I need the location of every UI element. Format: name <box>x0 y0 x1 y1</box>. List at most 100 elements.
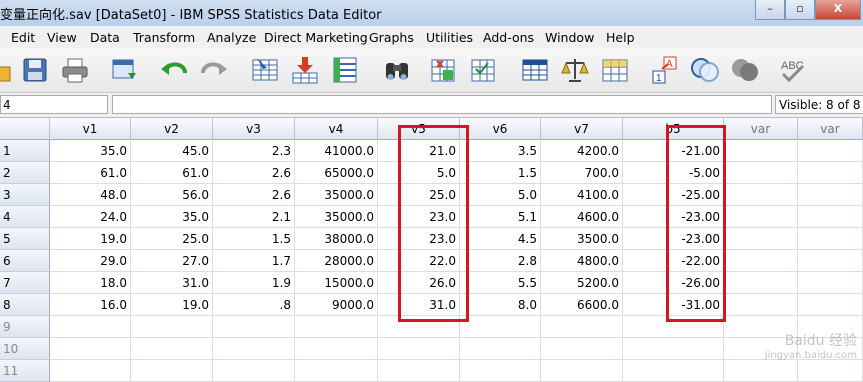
maximize-button[interactable]: ▫ <box>785 0 815 20</box>
menu-transform[interactable]: Transform <box>133 30 195 45</box>
column-header-b5[interactable]: b5 <box>623 118 724 140</box>
data-cell[interactable] <box>50 338 131 360</box>
menu-data[interactable]: Data <box>90 30 120 45</box>
data-cell[interactable]: 1.5 <box>213 228 295 250</box>
row-header[interactable]: 4 <box>0 206 50 228</box>
data-cell[interactable]: 2.6 <box>213 184 295 206</box>
goto-case-icon[interactable] <box>250 55 280 85</box>
data-cell[interactable]: 1.9 <box>213 272 295 294</box>
redo-icon[interactable] <box>198 55 228 85</box>
menu-help[interactable]: Help <box>606 30 635 45</box>
data-cell[interactable] <box>798 228 863 250</box>
data-cell[interactable] <box>798 250 863 272</box>
data-cell[interactable] <box>724 206 798 228</box>
data-cell[interactable] <box>295 360 378 382</box>
data-cell[interactable]: 23.0 <box>378 228 460 250</box>
row-header[interactable]: 6 <box>0 250 50 272</box>
menu-direct-marketing[interactable]: Direct Marketing <box>264 30 368 45</box>
data-cell[interactable]: 9000.0 <box>295 294 378 316</box>
find-icon[interactable] <box>382 55 412 85</box>
cell-reference[interactable]: 4 <box>0 95 108 114</box>
corner-cell[interactable] <box>0 118 50 140</box>
data-cell[interactable] <box>623 316 724 338</box>
data-cell[interactable] <box>724 140 798 162</box>
open-icon[interactable] <box>0 55 14 85</box>
row-header[interactable]: 10 <box>0 338 50 360</box>
recall-dialog-icon[interactable] <box>110 55 140 85</box>
split-file-icon[interactable] <box>520 55 550 85</box>
data-cell[interactable] <box>623 338 724 360</box>
row-header[interactable]: 2 <box>0 162 50 184</box>
select-cases-icon[interactable] <box>600 55 630 85</box>
menu-utilities[interactable]: Utilities <box>426 30 473 45</box>
data-cell[interactable]: 24.0 <box>50 206 131 228</box>
data-cell[interactable]: 2.3 <box>213 140 295 162</box>
data-cell[interactable]: 5.0 <box>378 162 460 184</box>
data-cell[interactable] <box>378 360 460 382</box>
data-cell[interactable] <box>541 338 623 360</box>
menu-analyze[interactable]: Analyze <box>207 30 256 45</box>
menu-graphs[interactable]: Graphs <box>369 30 414 45</box>
data-cell[interactable]: 8.0 <box>460 294 541 316</box>
data-cell[interactable] <box>798 140 863 162</box>
data-cell[interactable] <box>798 162 863 184</box>
data-cell[interactable]: 26.0 <box>378 272 460 294</box>
data-cell[interactable]: 56.0 <box>131 184 213 206</box>
data-cell[interactable] <box>724 228 798 250</box>
close-button[interactable]: X <box>815 0 861 20</box>
weight-cases-icon[interactable] <box>560 55 590 85</box>
data-cell[interactable]: 15000.0 <box>295 272 378 294</box>
menu-edit[interactable]: Edit <box>11 30 35 45</box>
column-header-var[interactable]: var <box>724 118 798 140</box>
data-cell[interactable]: 4100.0 <box>541 184 623 206</box>
data-cell[interactable]: 22.0 <box>378 250 460 272</box>
menu-add-ons[interactable]: Add-ons <box>483 30 534 45</box>
data-cell[interactable] <box>724 360 798 382</box>
data-cell[interactable]: 19.0 <box>50 228 131 250</box>
data-cell[interactable] <box>213 338 295 360</box>
menu-view[interactable]: View <box>47 30 77 45</box>
data-cell[interactable] <box>724 184 798 206</box>
print-icon[interactable] <box>60 55 90 85</box>
data-cell[interactable] <box>724 294 798 316</box>
row-header[interactable]: 11 <box>0 360 50 382</box>
row-header[interactable]: 7 <box>0 272 50 294</box>
data-cell[interactable] <box>131 338 213 360</box>
column-header-v1[interactable]: v1 <box>50 118 131 140</box>
data-cell[interactable]: -26.00 <box>623 272 724 294</box>
spell-check-icon[interactable]: ABC <box>780 55 810 85</box>
data-cell[interactable]: 35000.0 <box>295 206 378 228</box>
data-cell[interactable]: 61.0 <box>131 162 213 184</box>
data-cell[interactable]: 29.0 <box>50 250 131 272</box>
save-icon[interactable] <box>20 55 50 85</box>
row-header[interactable]: 1 <box>0 140 50 162</box>
data-cell[interactable]: 3.5 <box>460 140 541 162</box>
data-cell[interactable] <box>623 360 724 382</box>
column-header-v4[interactable]: v4 <box>295 118 378 140</box>
data-cell[interactable]: 45.0 <box>131 140 213 162</box>
data-cell[interactable]: -31.00 <box>623 294 724 316</box>
data-cell[interactable]: 41000.0 <box>295 140 378 162</box>
variables-icon[interactable] <box>330 55 360 85</box>
data-cell[interactable]: 2.1 <box>213 206 295 228</box>
show-all-variables-icon[interactable] <box>730 55 760 85</box>
data-cell[interactable]: 4800.0 <box>541 250 623 272</box>
minimize-button[interactable]: – <box>755 0 785 20</box>
row-header[interactable]: 9 <box>0 316 50 338</box>
undo-icon[interactable] <box>160 55 190 85</box>
data-cell[interactable]: 4200.0 <box>541 140 623 162</box>
data-cell[interactable] <box>541 360 623 382</box>
data-cell[interactable]: -21.00 <box>623 140 724 162</box>
data-cell[interactable] <box>798 294 863 316</box>
column-header-v3[interactable]: v3 <box>213 118 295 140</box>
insert-variable-icon[interactable] <box>468 55 498 85</box>
data-cell[interactable] <box>50 360 131 382</box>
data-cell[interactable]: 700.0 <box>541 162 623 184</box>
data-cell[interactable]: 5.1 <box>460 206 541 228</box>
data-cell[interactable]: 16.0 <box>50 294 131 316</box>
data-cell[interactable]: 25.0 <box>131 228 213 250</box>
value-labels-icon[interactable]: A1 <box>650 55 680 85</box>
data-cell[interactable] <box>724 250 798 272</box>
data-cell[interactable]: 27.0 <box>131 250 213 272</box>
data-cell[interactable]: 2.8 <box>460 250 541 272</box>
